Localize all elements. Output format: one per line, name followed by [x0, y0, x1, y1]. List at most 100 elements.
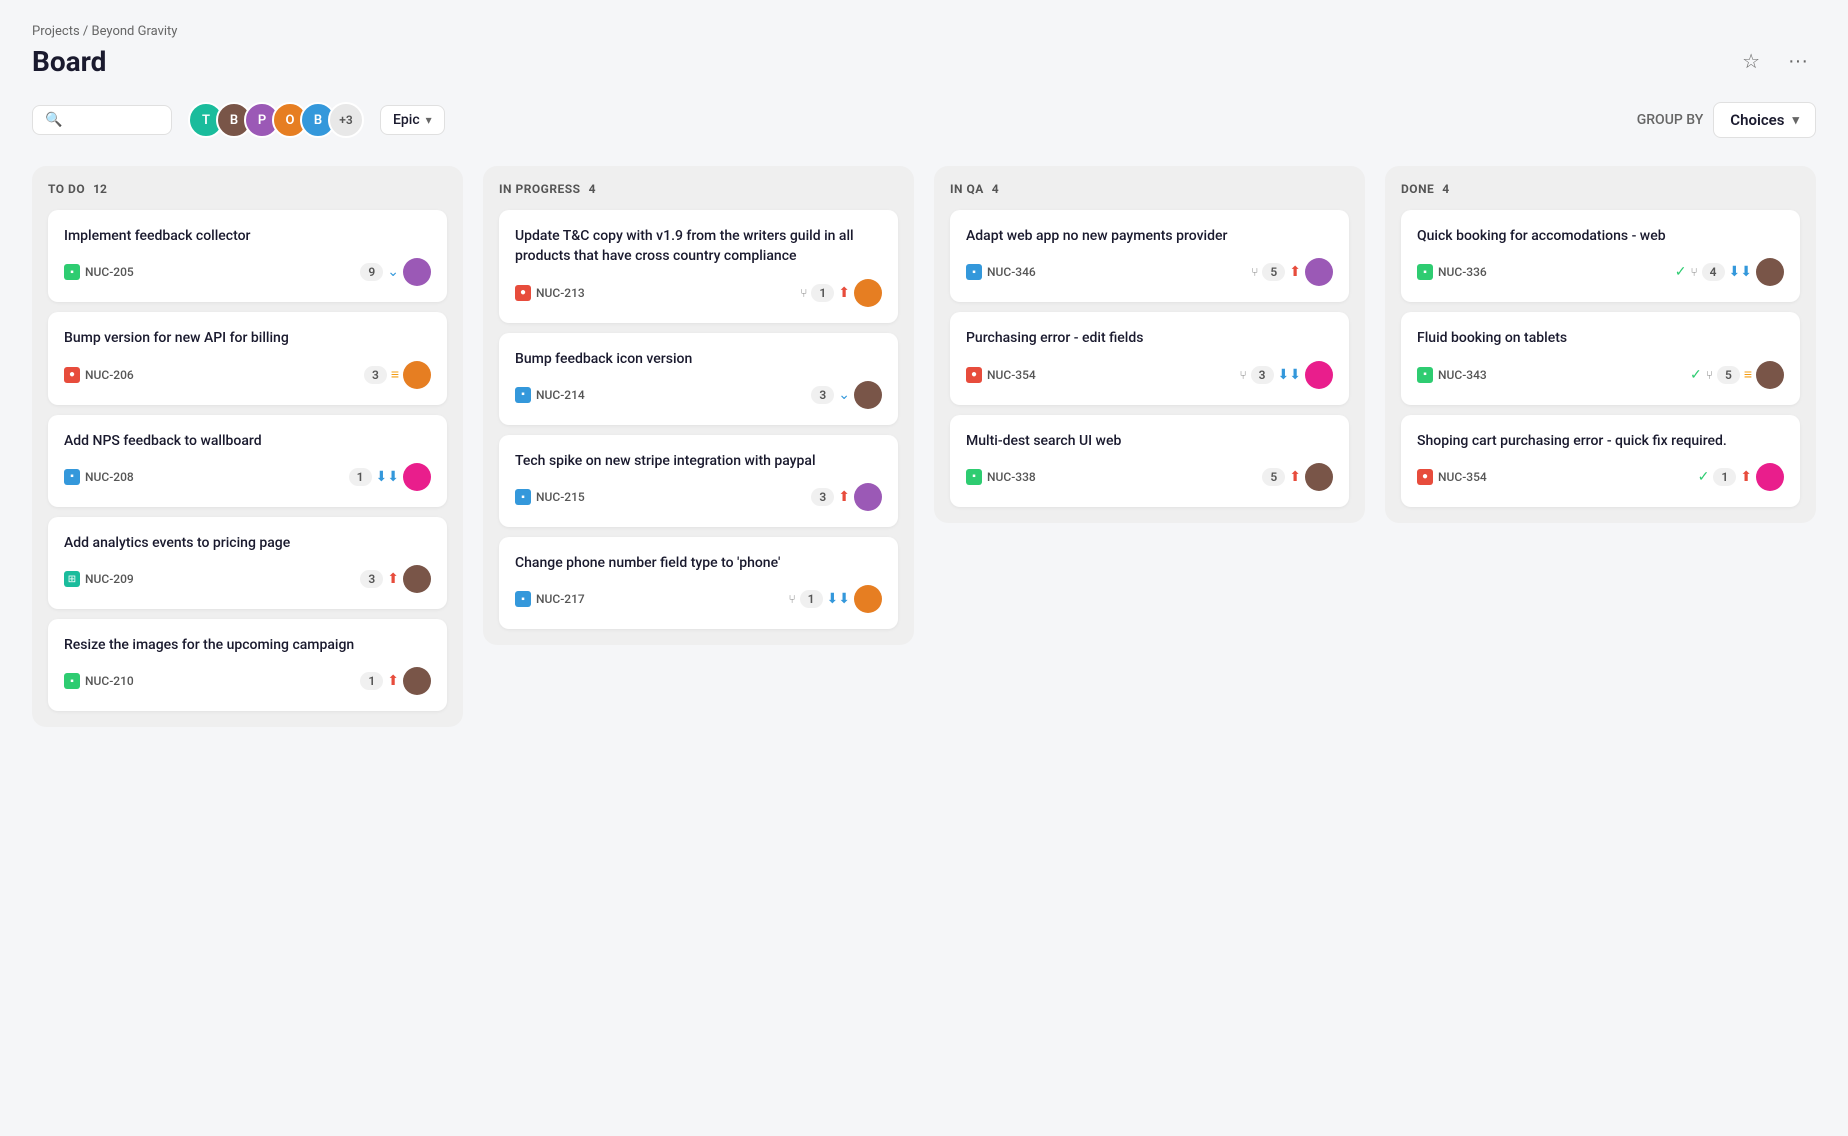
column-done: DONE 4 Quick booking for accomodations -…: [1385, 166, 1816, 523]
ticket-id: NUC-214: [536, 388, 585, 402]
card-footer: ▪ NUC-210 1 ⬆: [64, 667, 431, 695]
card-title: Shoping cart purchasing error - quick fi…: [1417, 431, 1784, 451]
ticket-id: NUC-210: [85, 674, 134, 688]
card-footer: ● NUC-354 ✓ 1 ⬆: [1417, 463, 1784, 491]
page-title: Board: [32, 45, 106, 78]
branch-icon: ⑂: [1251, 265, 1258, 279]
task-card[interactable]: Bump feedback icon version ▪ NUC-214 3 ⌄: [499, 333, 898, 425]
card-title: Quick booking for accomodations - web: [1417, 226, 1784, 246]
task-card[interactable]: Bump version for new API for billing ● N…: [48, 312, 447, 404]
task-card[interactable]: Purchasing error - edit fields ● NUC-354…: [950, 312, 1349, 404]
count-bubble: 1: [800, 590, 823, 608]
count-bubble: 1: [349, 468, 372, 486]
priority-high-icon: ⬆: [387, 673, 399, 689]
task-card[interactable]: Quick booking for accomodations - web ▪ …: [1401, 210, 1800, 302]
choices-chevron-icon: ▾: [1792, 113, 1799, 128]
toolbar: 🔍 T B P O B +3 Epic ▾ GROUP BY Choices ▾: [32, 102, 1816, 138]
card-footer: ● NUC-206 3 ≡: [64, 361, 431, 389]
assignee-avatar: [1756, 258, 1784, 286]
ticket-id: NUC-205: [85, 265, 134, 279]
task-card[interactable]: Fluid booking on tablets ▪ NUC-343 ✓ ⑂ 5…: [1401, 312, 1800, 404]
assignee-avatar: [403, 463, 431, 491]
priority-high-icon: ⬆: [1289, 264, 1301, 280]
search-input[interactable]: [70, 112, 159, 128]
choices-dropdown[interactable]: Choices ▾: [1713, 102, 1816, 138]
column-header: IN PROGRESS 4: [499, 182, 898, 196]
priority-high-icon: ⬆: [838, 285, 850, 301]
ticket-type-icon: ●: [1417, 469, 1433, 485]
assignee-avatar: [854, 483, 882, 511]
task-card[interactable]: Update T&C copy with v1.9 from the write…: [499, 210, 898, 323]
task-card[interactable]: Implement feedback collector ▪ NUC-205 9…: [48, 210, 447, 302]
ticket-badge: ▪ NUC-346: [966, 264, 1036, 280]
ticket-id: NUC-336: [1438, 265, 1487, 279]
ticket-id: NUC-206: [85, 368, 134, 382]
assignee-avatar: [403, 361, 431, 389]
assignee-avatar: [1305, 463, 1333, 491]
card-footer: ▪ NUC-343 ✓ ⑂ 5 ≡: [1417, 361, 1784, 389]
meta-badge: 5 ⬆: [1262, 463, 1333, 491]
priority-medium-icon: ≡: [1744, 366, 1752, 383]
card-title: Purchasing error - edit fields: [966, 328, 1333, 348]
meta-badge: 3 ⬆: [360, 565, 431, 593]
card-title: Implement feedback collector: [64, 226, 431, 246]
count-bubble: 5: [1717, 366, 1740, 384]
star-button[interactable]: ☆: [1734, 45, 1768, 78]
card-title: Add NPS feedback to wallboard: [64, 431, 431, 451]
branch-icon: ⑂: [1239, 368, 1246, 382]
ticket-id: NUC-354: [987, 368, 1036, 382]
ticket-id: NUC-213: [536, 286, 585, 300]
column-inprogress: IN PROGRESS 4 Update T&C copy with v1.9 …: [483, 166, 914, 645]
task-card[interactable]: Shoping cart purchasing error - quick fi…: [1401, 415, 1800, 507]
ticket-id: NUC-209: [85, 572, 134, 586]
branch-icon: ⑂: [800, 286, 807, 300]
search-box[interactable]: 🔍: [32, 105, 172, 135]
column-count: 4: [1442, 182, 1449, 196]
assignee-avatar: [854, 585, 882, 613]
column-count: 4: [589, 182, 596, 196]
count-bubble: 3: [364, 366, 387, 384]
count-bubble: 9: [360, 263, 383, 281]
ticket-badge: ● NUC-213: [515, 285, 585, 301]
priority-high-icon: ⬆: [838, 489, 850, 505]
check-icon: ✓: [1698, 469, 1710, 485]
priority-high-icon: ⬆: [387, 571, 399, 587]
more-button[interactable]: ···: [1780, 46, 1816, 77]
priority-down-icon: ⌄: [387, 264, 399, 280]
ticket-badge: ▪ NUC-338: [966, 469, 1036, 485]
ticket-badge: ▪ NUC-343: [1417, 367, 1487, 383]
task-card[interactable]: Add NPS feedback to wallboard ▪ NUC-208 …: [48, 415, 447, 507]
ticket-type-icon: ●: [64, 367, 80, 383]
card-title: Bump version for new API for billing: [64, 328, 431, 348]
meta-badge: ✓ ⑂ 4 ⬇⬇: [1675, 258, 1784, 286]
column-count: 12: [93, 182, 107, 196]
toolbar-right: GROUP BY Choices ▾: [1637, 102, 1816, 138]
meta-badge: ✓ ⑂ 5 ≡: [1690, 361, 1784, 389]
avatar-overflow[interactable]: +3: [328, 102, 364, 138]
ticket-badge: ● NUC-354: [1417, 469, 1487, 485]
card-footer: ▪ NUC-338 5 ⬆: [966, 463, 1333, 491]
board: TO DO 12 Implement feedback collector ▪ …: [32, 166, 1816, 727]
branch-icon: ⑂: [788, 592, 795, 606]
card-title: Change phone number field type to 'phone…: [515, 553, 882, 573]
task-card[interactable]: Add analytics events to pricing page ⊞ N…: [48, 517, 447, 609]
task-card[interactable]: Tech spike on new stripe integration wit…: [499, 435, 898, 527]
epic-filter[interactable]: Epic ▾: [380, 105, 445, 135]
meta-badge: 3 ⌄: [811, 381, 882, 409]
task-card[interactable]: Change phone number field type to 'phone…: [499, 537, 898, 629]
ticket-type-icon: ▪: [515, 591, 531, 607]
meta-badge: ⑂ 3 ⬇⬇: [1239, 361, 1333, 389]
assignee-avatar: [1756, 463, 1784, 491]
epic-label: Epic: [393, 112, 420, 128]
task-card[interactable]: Multi-dest search UI web ▪ NUC-338 5 ⬆: [950, 415, 1349, 507]
card-title: Resize the images for the upcoming campa…: [64, 635, 431, 655]
branch-icon: ⑂: [1690, 265, 1697, 279]
group-by-label: GROUP BY: [1637, 112, 1704, 128]
toolbar-left: 🔍 T B P O B +3 Epic ▾: [32, 102, 445, 138]
ticket-badge: ▪ NUC-210: [64, 673, 134, 689]
meta-badge: ✓ 1 ⬆: [1698, 463, 1784, 491]
task-card[interactable]: Resize the images for the upcoming campa…: [48, 619, 447, 711]
ticket-type-icon: ⊞: [64, 571, 80, 587]
assignee-avatar: [854, 381, 882, 409]
task-card[interactable]: Adapt web app no new payments provider ▪…: [950, 210, 1349, 302]
